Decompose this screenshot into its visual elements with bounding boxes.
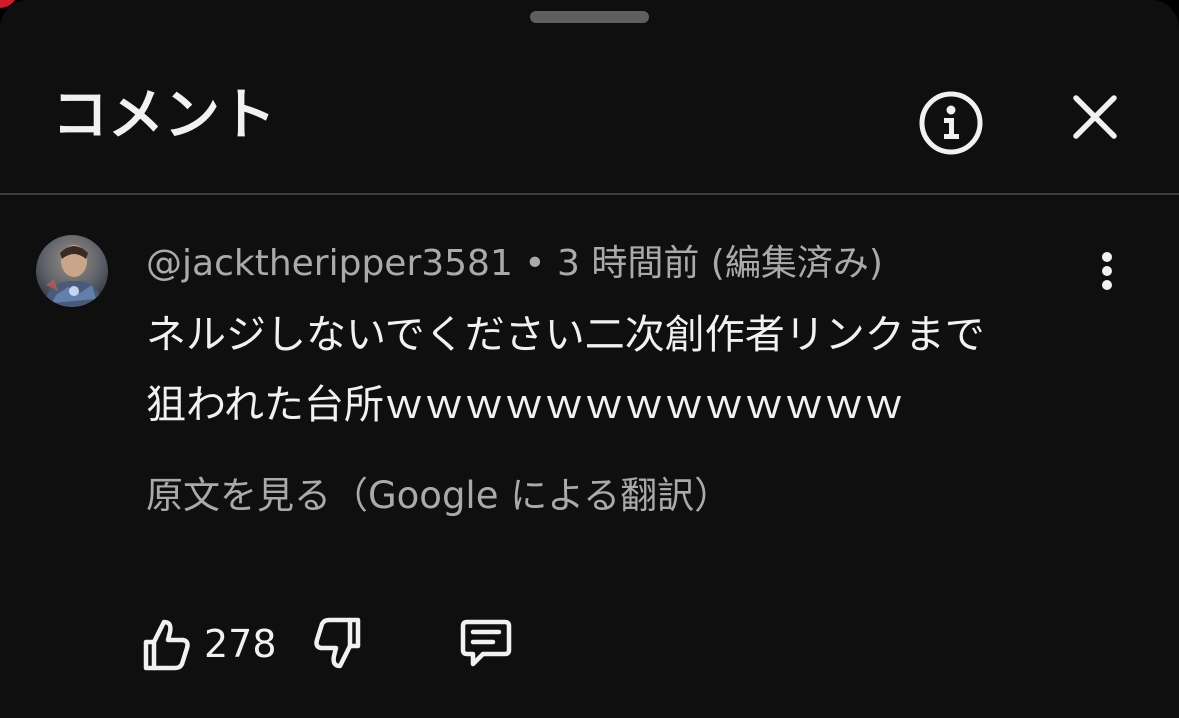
like-button[interactable]: 278 (140, 610, 277, 678)
close-button[interactable] (1058, 80, 1132, 154)
thumbs-up-icon (143, 619, 190, 671)
vertical-dots-icon (1102, 252, 1112, 290)
header-divider (0, 193, 1179, 195)
avatar[interactable] (36, 235, 108, 307)
comment-text-line: ネルジしないでください二次創作者リンクまで (146, 312, 985, 358)
comment-author[interactable]: @jacktheripper3581 (146, 243, 513, 284)
info-circle-icon (919, 91, 983, 155)
comment-text-line: 狙われた台所ｗｗｗｗｗｗｗｗｗｗｗｗｗ (146, 382, 904, 428)
comment-more-button[interactable] (1084, 246, 1130, 296)
like-count: 278 (204, 622, 277, 666)
drag-handle[interactable] (530, 11, 649, 23)
info-button[interactable] (912, 84, 990, 162)
dislike-button[interactable] (310, 610, 366, 678)
sheet-title: コメント (52, 83, 276, 148)
avatar-image (36, 235, 108, 307)
close-icon (1073, 95, 1117, 139)
reply-bubble-icon (460, 619, 512, 667)
comment-text: ネルジしないでください二次創作者リンクまで 狙われた台所ｗｗｗｗｗｗｗｗｗｗｗｗ… (146, 300, 1136, 440)
comment-timestamp: 3 時間前 (編集済み) (556, 243, 883, 284)
meta-separator: • (512, 243, 557, 284)
comment-meta: @jacktheripper3581 • 3 時間前 (編集済み) (146, 240, 883, 288)
reply-button[interactable] (456, 610, 516, 678)
thumbs-down-icon (314, 617, 361, 669)
comments-sheet: コメント @jacktheripper3581 • 3 時間前 (編集済み) ネ… (0, 0, 1179, 718)
see-original-link[interactable]: 原文を見る（Google による翻訳） (146, 470, 731, 522)
comment-action-bar: 278 (140, 610, 560, 678)
